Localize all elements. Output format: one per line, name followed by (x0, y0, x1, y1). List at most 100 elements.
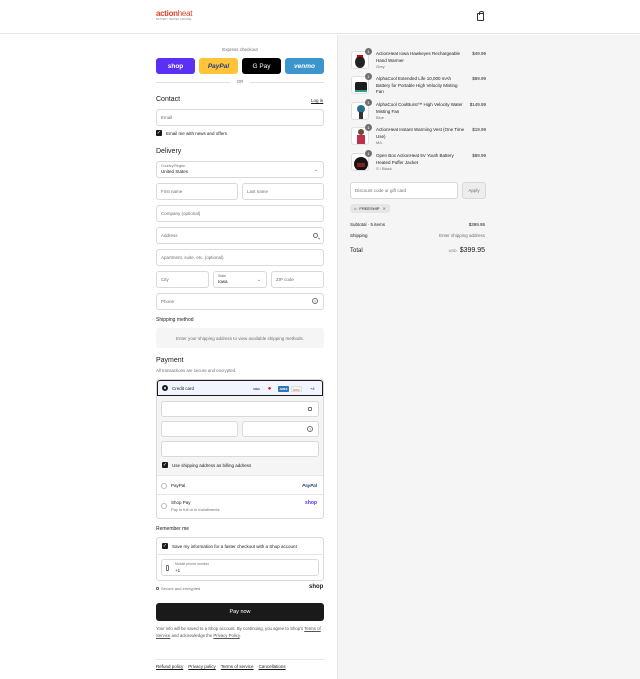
terms-of-service-link[interactable]: Terms of service (221, 664, 254, 669)
last-name-field[interactable]: Last name (242, 183, 324, 200)
refund-policy-link[interactable]: Refund policy (156, 664, 183, 669)
company-field[interactable]: Company (optional) (156, 205, 324, 222)
item-price: $49.99 (472, 51, 486, 56)
item-variant: Blue (376, 115, 385, 120)
remember-me-heading: Remember me (156, 526, 190, 532)
close-icon[interactable]: ✕ (382, 206, 385, 211)
lock-icon (308, 407, 312, 411)
lock-icon (156, 587, 159, 590)
legal-text: Your info will be saved to a Shop accoun… (156, 626, 324, 639)
payment-methods: Credit card VISA ● AMEX DISC +4 ? ✓ Use … (156, 379, 324, 519)
shipping-row: Shipping Enter shipping address (350, 233, 485, 238)
legal-end: . (239, 632, 241, 638)
pay-now-button[interactable]: Pay now (156, 603, 324, 621)
chevron-down-icon: ⌄ (313, 167, 318, 173)
credit-card-option[interactable]: Credit card VISA ● AMEX DISC +4 (157, 380, 323, 396)
card-details: ? ✓ Use shipping address as billing addr… (157, 396, 323, 476)
header: actionheat BATTERY HEATED APPAREL (0, 0, 640, 34)
credit-card-radio[interactable] (162, 385, 168, 391)
name-on-card-field[interactable] (161, 441, 319, 457)
google-pay-button[interactable]: G Pay (242, 58, 281, 74)
zip-field[interactable]: ZIP code (271, 271, 324, 288)
brand-tagline: BATTERY HEATED APPAREL (156, 18, 193, 21)
discount-code-field[interactable]: Discount code or gift card (350, 182, 458, 199)
mobile-phone-field[interactable]: Mobile phone number +1 (161, 559, 319, 576)
remember-me-box: ✓ Save my information for a faster check… (156, 537, 324, 581)
brand-logo[interactable]: actionheat BATTERY HEATED APPAREL (156, 10, 196, 24)
news-checkbox-label: Email me with news and offers (166, 130, 227, 136)
first-name-field[interactable]: First name (156, 183, 238, 200)
save-info-checkbox-row[interactable]: ✓ Save my information for a faster check… (162, 543, 297, 549)
shopping-bag-icon[interactable] (477, 11, 484, 21)
address-field[interactable]: Address (156, 227, 324, 244)
email-field[interactable]: Email (156, 109, 324, 126)
subtotal-row: Subtotal · 5 items $399.95 (350, 222, 485, 227)
paypal-option[interactable]: PayPal PayPal (157, 477, 323, 495)
news-checkbox-row[interactable]: ✓ Email me with news and offers (156, 130, 227, 136)
item-title: AlphaCool Extended Life 10,000 mAh Batte… (376, 76, 458, 94)
express-checkout-title: Express checkout (222, 47, 258, 52)
country-select[interactable]: Country/Region United States ⌄ (156, 161, 324, 178)
login-link[interactable]: Log in (311, 98, 323, 103)
item-variant: Grey (376, 64, 385, 69)
security-code-field[interactable]: ? (242, 421, 319, 437)
billing-checkbox-row[interactable]: ✓ Use shipping address as billing addres… (162, 462, 251, 468)
venmo-button[interactable]: venmo (285, 58, 324, 74)
mobile-phone-label: Mobile phone number (175, 562, 209, 566)
secure-note: Secure and encrypted (156, 586, 200, 591)
shop-pay-radio[interactable] (161, 503, 167, 509)
cancellations-link[interactable]: Cancellations (259, 664, 286, 669)
credit-card-label: Credit card (172, 386, 195, 391)
apartment-field[interactable]: Apartment, suite, etc. (optional) (156, 249, 324, 266)
shipping-label: Shipping (350, 233, 368, 238)
paypal-radio[interactable] (161, 483, 167, 489)
shop-logo-icon: shop (309, 584, 324, 590)
subtotal-value: $399.95 (468, 222, 485, 227)
billing-checkbox[interactable]: ✓ (162, 462, 168, 468)
privacy-link[interactable]: Privacy Policy (213, 633, 239, 638)
privacy-policy-link[interactable]: Privacy policy (188, 664, 216, 669)
currency-code: USD (448, 249, 457, 253)
country-value: United States (161, 169, 189, 174)
help-icon[interactable]: ? (312, 298, 318, 304)
mobile-phone-value: +1 (175, 568, 181, 573)
secure-text: Secure and encrypted (161, 586, 201, 591)
quantity-badge: 1 (365, 73, 372, 80)
shop-pay-button[interactable]: shop (156, 58, 195, 74)
item-name: ActionHeat Instant Warming Vest (One Tim… (376, 127, 466, 147)
city-field[interactable]: City (156, 271, 209, 288)
paypal-button[interactable]: PayPal (199, 58, 238, 74)
save-info-checkbox[interactable]: ✓ (162, 543, 168, 549)
apply-button[interactable]: Apply (462, 182, 486, 199)
shop-pay-subtitle: Pay in full or in installments (171, 507, 220, 512)
shop-pay-logo-icon: shop (305, 500, 317, 506)
phone-field[interactable]: Phone ? (156, 293, 324, 310)
expiration-field[interactable] (161, 421, 238, 437)
company-placeholder: Company (optional) (161, 211, 201, 216)
item-title: AlphaCool CoolBurst™ High Velocity Water… (376, 102, 463, 114)
shipping-method-heading: Shipping method (156, 317, 194, 323)
shipping-method-text: Enter your shipping address to view avai… (175, 335, 305, 341)
shop-pay-option[interactable]: Shop Pay Pay in full or in installments … (157, 496, 323, 518)
legal-line: Your info will be saved to a Shop accoun… (156, 626, 304, 631)
card-number-field[interactable] (161, 401, 319, 417)
save-info-label: Save my information for a faster checkou… (172, 543, 297, 549)
news-checkbox[interactable]: ✓ (156, 130, 162, 136)
discount-tag: ⌂ FREESHIP ✕ (350, 204, 390, 213)
item-name: AlphaCool Extended Life 10,000 mAh Batte… (376, 76, 466, 96)
total-row: Total USD $399.95 (350, 247, 485, 254)
shipping-value: Enter shipping address (438, 233, 485, 238)
state-select[interactable]: State Iowa ⌄ (213, 271, 267, 288)
item-variant: S / Black (376, 166, 392, 171)
brand-main: action (156, 9, 178, 18)
delivery-heading: Delivery (156, 148, 182, 155)
quantity-badge: 1 (365, 150, 372, 157)
item-title: ActionHeat Iowa Hawkeyes Rechargeable Ha… (376, 51, 461, 63)
brand-accent: heat (177, 9, 193, 18)
quantity-badge: 1 (365, 48, 372, 55)
item-price: $149.99 (469, 102, 486, 107)
contact-heading: Contact (156, 96, 181, 103)
checkout-form: Express checkout shop PayPal G Pay venmo… (0, 35, 337, 679)
help-icon[interactable]: ? (307, 426, 313, 432)
item-title: ActionHeat Instant Warming Vest (One Tim… (376, 127, 465, 139)
